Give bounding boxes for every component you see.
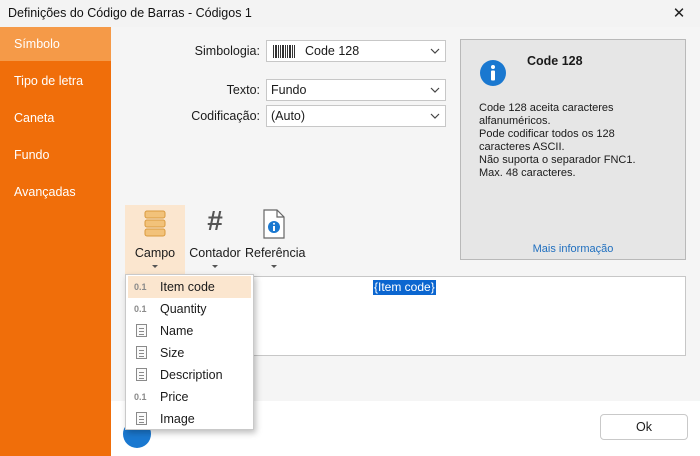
more-info-link[interactable]: Mais informação [461, 243, 685, 255]
menu-item-label: Image [160, 412, 195, 426]
dropdown-arrow-icon [271, 265, 277, 268]
document-info-icon [263, 209, 285, 239]
symbology-label: Simbologia: [194, 44, 260, 58]
menu-item-price[interactable]: 0.1 Price [128, 386, 251, 408]
text-value: Fundo [271, 83, 307, 97]
info-line: Max. 48 caracteres. [479, 167, 576, 179]
info-line: alfanuméricos. [479, 115, 551, 127]
field-menu: 0.1 Item code 0.1 Quantity Name Size Des… [125, 274, 254, 430]
sidebar-item-caneta[interactable]: Caneta [0, 101, 111, 135]
title-bar: Definições do Código de Barras - Códigos… [0, 0, 700, 27]
symbology-select[interactable]: Code 128 [266, 40, 446, 62]
text-field-icon [136, 324, 147, 337]
menu-item-label: Name [160, 324, 194, 338]
text-label: Texto: [226, 83, 260, 97]
sidebar-item-simbolo[interactable]: Símbolo [0, 27, 111, 61]
menu-item-label: Item code [160, 280, 215, 294]
dropdown-arrow-icon [152, 265, 158, 268]
symbology-info-panel: Code 128 Code 128 aceita caracteres alfa… [460, 39, 686, 260]
info-description: Code 128 aceita caracteres alfanuméricos… [479, 102, 679, 180]
symbology-value: Code 128 [305, 44, 360, 58]
referencia-label: Referência [245, 246, 306, 260]
info-line: Pode codificar todos os 128 [479, 128, 615, 140]
chevron-down-icon [430, 87, 440, 93]
sidebar-item-fundo[interactable]: Fundo [0, 138, 111, 172]
contador-button[interactable]: # Contador [186, 205, 244, 275]
numeric-field-icon: 0.1 [134, 304, 147, 314]
text-field-icon [136, 346, 147, 359]
info-line: Code 128 aceita caracteres [479, 102, 614, 114]
numeric-field-icon: 0.1 [134, 392, 147, 402]
menu-item-quantity[interactable]: 0.1 Quantity [128, 298, 251, 320]
contador-label: Contador [189, 246, 241, 260]
info-line: caracteres ASCII. [479, 141, 565, 153]
info-line: Não suporta o separador FNC1. [479, 154, 636, 166]
menu-item-label: Size [160, 346, 185, 360]
menu-item-image[interactable]: Image [128, 408, 251, 430]
database-icon [144, 210, 166, 237]
close-icon[interactable]: ✕ [658, 0, 700, 27]
info-icon [480, 60, 506, 86]
numeric-field-icon: 0.1 [134, 282, 147, 292]
sidebar-item-avancadas[interactable]: Avançadas [0, 175, 111, 209]
encoding-select[interactable]: (Auto) [266, 105, 446, 127]
menu-item-label: Description [160, 368, 223, 382]
menu-item-name[interactable]: Name [128, 320, 251, 342]
info-title: Code 128 [527, 54, 583, 68]
hash-icon: # [207, 205, 223, 236]
menu-item-size[interactable]: Size [128, 342, 251, 364]
chevron-down-icon [430, 48, 440, 54]
campo-label: Campo [134, 246, 176, 260]
text-field-icon [136, 368, 147, 381]
text-field-icon [136, 412, 147, 425]
menu-item-item-code[interactable]: 0.1 Item code [128, 276, 251, 298]
encoding-label: Codificação: [191, 109, 260, 123]
sidebar: Símbolo Tipo de letra Caneta Fundo Avanç… [0, 27, 111, 456]
menu-item-label: Quantity [160, 302, 207, 316]
barcode-icon [273, 45, 295, 58]
ok-button[interactable]: Ok [600, 414, 688, 440]
menu-item-label: Price [160, 390, 189, 404]
text-select[interactable]: Fundo [266, 79, 446, 101]
referencia-button[interactable]: Referência [245, 205, 306, 275]
encoding-value: (Auto) [271, 109, 306, 123]
sidebar-item-tipo-de-letra[interactable]: Tipo de letra [0, 64, 111, 98]
window-title: Definições do Código de Barras - Códigos… [8, 6, 252, 20]
menu-item-description[interactable]: Description [128, 364, 251, 386]
chevron-down-icon [430, 113, 440, 119]
field-token[interactable]: {Item code} [373, 280, 436, 295]
campo-button[interactable]: Campo [125, 205, 185, 275]
dropdown-arrow-icon [212, 265, 218, 268]
